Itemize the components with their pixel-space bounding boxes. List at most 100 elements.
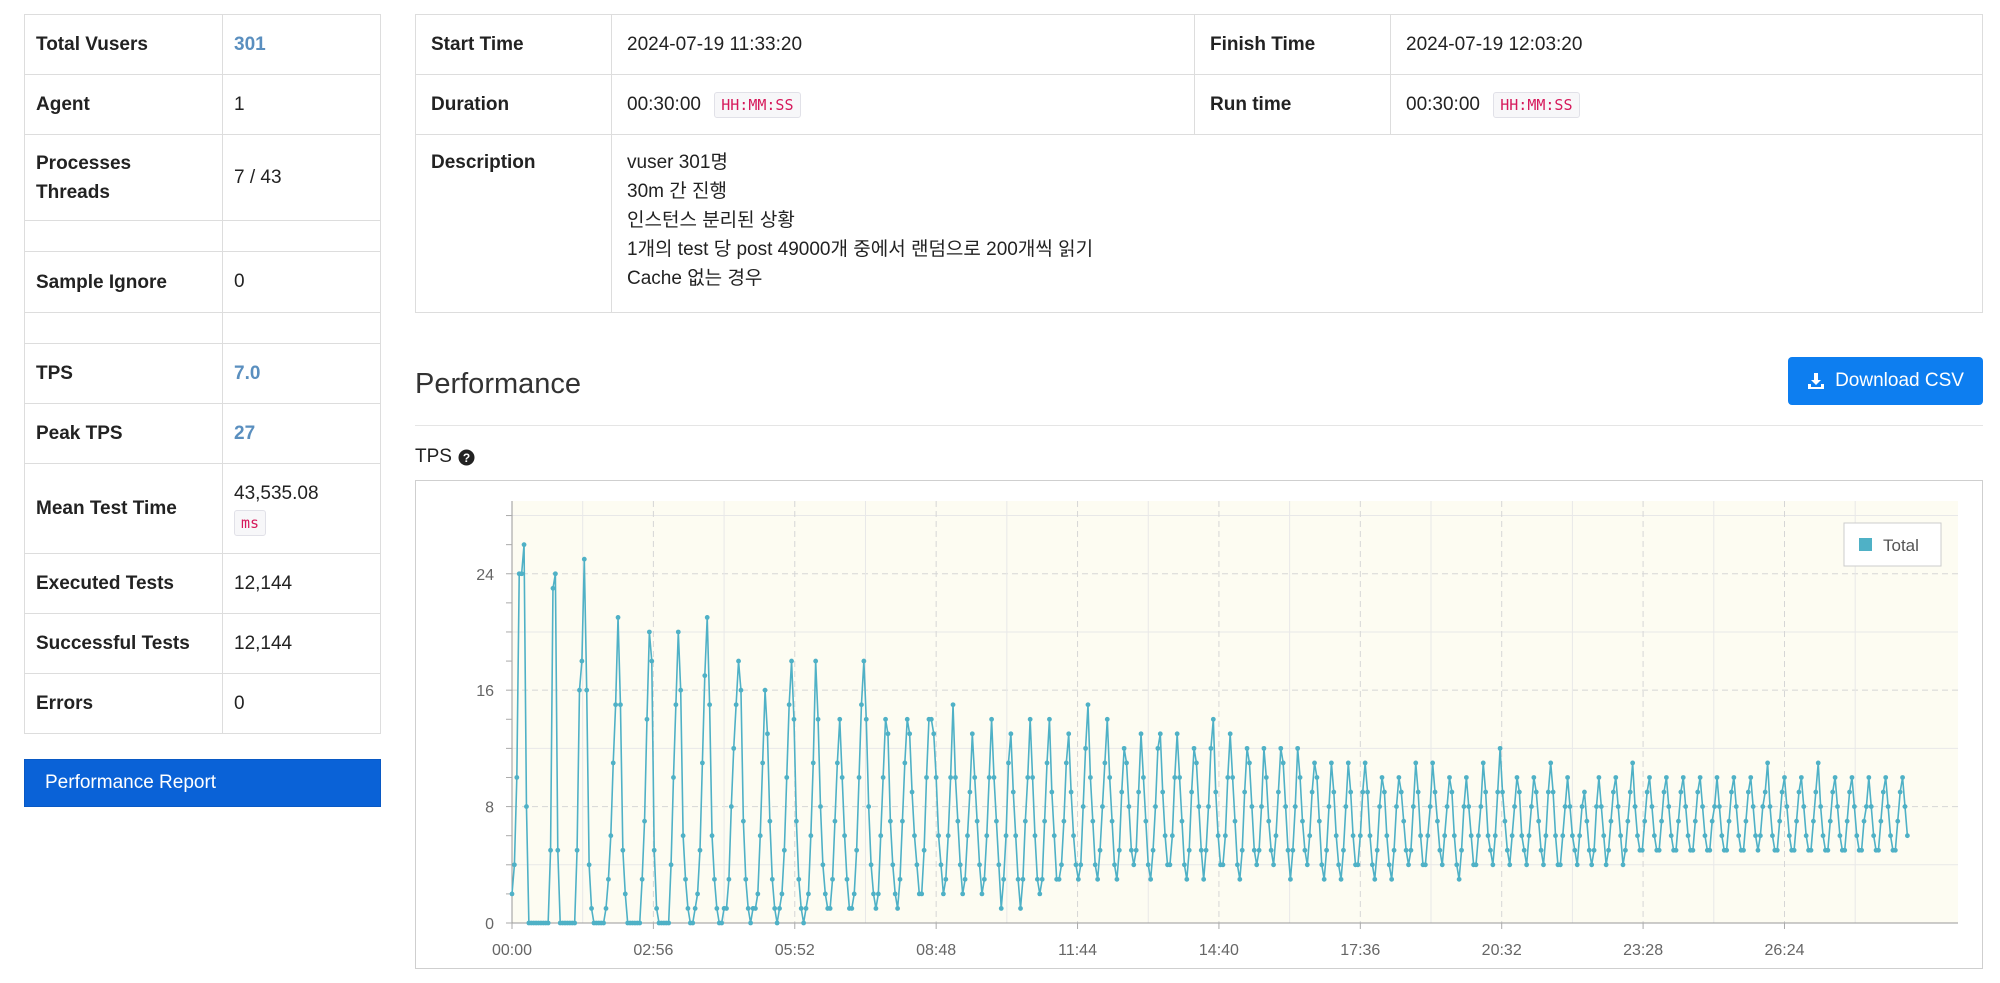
data-point xyxy=(1406,862,1411,868)
data-point xyxy=(979,891,985,897)
data-point xyxy=(683,876,688,882)
data-point xyxy=(1627,789,1633,795)
data-point xyxy=(1572,847,1578,853)
data-point xyxy=(1553,833,1558,839)
tps-chart-container: 0 8 16 24 00:00 02:56 05:52 08:48 11:44 14:40 17:3… xyxy=(415,480,1983,969)
data-point xyxy=(1177,775,1182,780)
data-point xyxy=(866,804,872,809)
executed-tests-value: 12,144 xyxy=(222,553,381,614)
data-point xyxy=(1078,862,1084,868)
start-time-value: 2024-07-19 11:33:20 xyxy=(611,14,1195,75)
data-point xyxy=(1753,833,1758,839)
data-point xyxy=(1198,847,1204,853)
data-point xyxy=(844,876,850,882)
data-point xyxy=(1618,833,1623,839)
data-point xyxy=(890,862,896,868)
data-point xyxy=(1519,833,1525,839)
data-point xyxy=(1533,789,1539,795)
data-point xyxy=(1343,804,1349,809)
data-point xyxy=(1651,833,1657,839)
data-point xyxy=(639,876,645,882)
peak-tps-value[interactable]: 27 xyxy=(222,403,381,464)
data-point xyxy=(1032,833,1038,839)
data-point xyxy=(603,906,609,911)
download-csv-button[interactable]: Download CSV xyxy=(1788,357,1983,405)
data-point xyxy=(1237,876,1243,882)
table-row: Description vuser 301명 30m 간 진행 인스턴스 분리된… xyxy=(415,134,1983,313)
x-tick-label: 11:44 xyxy=(1058,942,1097,959)
data-point xyxy=(991,775,997,780)
data-point xyxy=(1659,818,1664,824)
data-point xyxy=(586,862,592,868)
data-point xyxy=(1904,833,1910,839)
data-point xyxy=(1717,804,1722,809)
data-point xyxy=(936,833,941,839)
data-point xyxy=(849,906,855,911)
data-point xyxy=(878,833,884,839)
data-point xyxy=(1820,833,1826,839)
data-point xyxy=(1794,818,1799,824)
total-vusers-value[interactable]: 301 xyxy=(222,14,381,75)
data-point xyxy=(1808,847,1814,853)
tps-value[interactable]: 7.0 xyxy=(222,343,381,404)
x-tick-label: 14:40 xyxy=(1199,942,1239,959)
data-point xyxy=(1336,862,1342,868)
data-point xyxy=(931,731,937,737)
data-point xyxy=(1362,760,1368,766)
data-point xyxy=(854,847,860,853)
data-point xyxy=(820,862,826,868)
download-csv-label: Download CSV xyxy=(1835,370,1964,391)
successful-tests-value: 12,144 xyxy=(222,613,381,674)
data-point xyxy=(1582,789,1587,795)
table-row: Errors 0 xyxy=(24,673,381,734)
data-point xyxy=(1263,775,1269,780)
data-point xyxy=(1610,789,1616,795)
data-point xyxy=(1577,833,1583,839)
data-point xyxy=(1280,760,1286,766)
data-point xyxy=(610,760,616,766)
tps-chart: 0 8 16 24 00:00 02:56 05:52 08:48 11:44 14:40 17:3… xyxy=(476,501,1958,959)
data-point xyxy=(1153,804,1158,809)
data-point xyxy=(1490,862,1496,868)
data-point xyxy=(791,716,797,722)
data-point xyxy=(1063,760,1069,766)
data-point xyxy=(1109,818,1115,824)
data-point xyxy=(1663,775,1669,780)
data-point xyxy=(512,862,517,868)
data-point xyxy=(1143,818,1149,824)
mean-test-time-cell: 43,535.08 ms xyxy=(222,463,381,554)
data-point xyxy=(1584,818,1590,824)
processes-threads-value: 7 / 43 xyxy=(222,134,381,221)
data-point xyxy=(904,716,910,722)
data-point xyxy=(1459,847,1464,853)
data-point xyxy=(1039,876,1045,882)
duration-format: HH:MM:SS xyxy=(714,91,801,118)
data-point xyxy=(1866,775,1872,780)
data-point xyxy=(1355,862,1361,868)
data-point xyxy=(733,702,739,708)
data-point xyxy=(1541,862,1546,868)
data-point xyxy=(1408,847,1414,853)
data-point xyxy=(1495,789,1501,795)
x-tick-label: 00:00 xyxy=(492,942,532,959)
performance-report-button[interactable]: Performance Report xyxy=(24,759,381,807)
data-point xyxy=(1786,833,1792,839)
data-point xyxy=(765,731,770,737)
data-point xyxy=(1454,862,1460,868)
data-point xyxy=(1020,876,1026,882)
data-point xyxy=(1169,833,1175,839)
download-icon xyxy=(1808,373,1825,389)
question-circle-icon[interactable]: ? xyxy=(458,449,475,466)
data-point xyxy=(548,847,553,853)
data-point xyxy=(1285,847,1291,853)
data-point xyxy=(712,876,717,882)
table-row: Agent 1 xyxy=(24,74,381,135)
data-point xyxy=(1319,862,1325,868)
data-point xyxy=(697,847,703,853)
errors-value: 0 xyxy=(222,673,381,734)
data-point xyxy=(767,818,773,824)
data-point xyxy=(699,760,705,766)
data-point xyxy=(1254,862,1260,868)
data-point xyxy=(673,702,679,708)
run-time-cell: 00:30:00 HH:MM:SS xyxy=(1390,74,1983,135)
